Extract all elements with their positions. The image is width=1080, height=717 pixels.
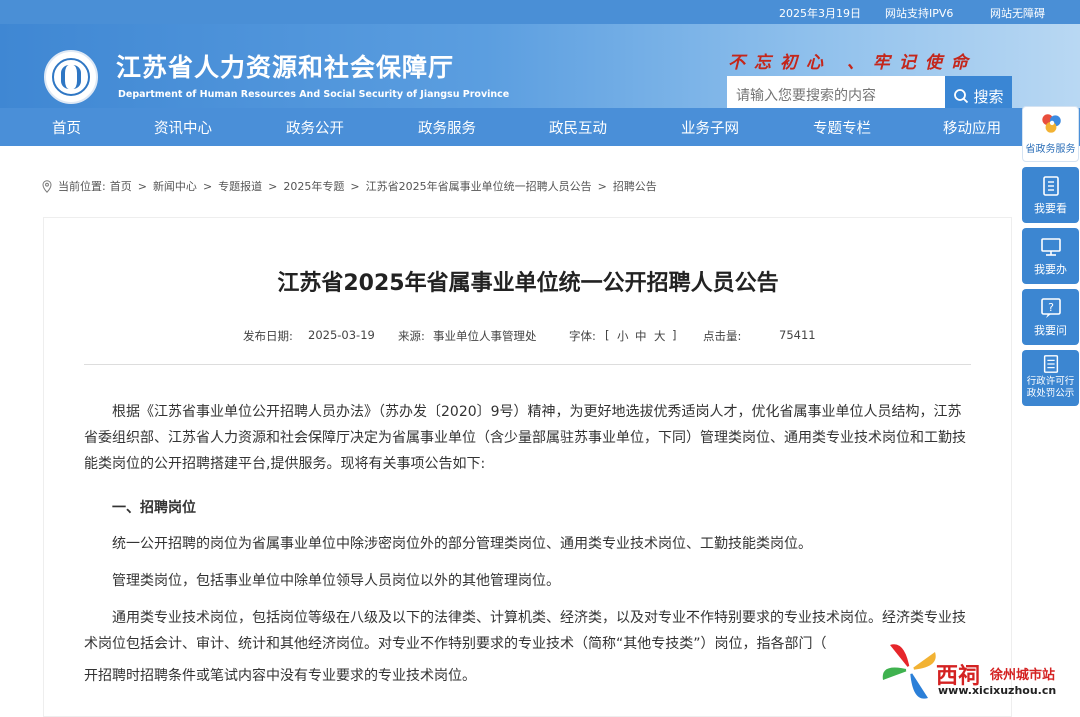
breadcrumb-separator: >	[350, 179, 360, 193]
side-do[interactable]: 我要办	[1022, 228, 1079, 284]
top-bar: 2025年3月19日 网站支持IPV6 网站无障碍	[0, 0, 1080, 24]
location-icon	[42, 179, 52, 193]
document-icon	[1043, 355, 1058, 373]
paragraph-technical: 通用类专业技术岗位，包括岗位等级在八级及以下的法律类、计算机类、经济类，以及对专…	[84, 610, 966, 652]
question-icon: ?	[1040, 298, 1061, 318]
ipv6-link[interactable]: 网站支持IPV6	[885, 5, 953, 21]
paragraph-intro: 根据《江苏省事业单位公开招聘人员办法》（苏办发〔2020〕9号）精神，为更好地选…	[84, 404, 966, 472]
breadcrumb: 当前位置: 首页 > 新闻中心 > 专题报道 > 2025年专题 > 江苏省20…	[42, 178, 657, 194]
svg-text:?: ?	[1048, 301, 1054, 314]
watermark-url: www.xicixuzhou.cn	[938, 684, 1057, 697]
font-small-button[interactable]: 小	[617, 328, 629, 344]
side-label: 行政许可行政处罚公示	[1026, 376, 1075, 399]
paragraph-technical-end: 开招聘时招聘条件或笔试内容中没有专业要求的专业技术岗位。	[84, 668, 476, 684]
side-ask[interactable]: ? 我要问	[1022, 289, 1079, 345]
site-title[interactable]: 江苏省人力资源和社会保障厅	[116, 48, 454, 84]
nav-subnets[interactable]: 业务子网	[681, 117, 739, 138]
site-logo[interactable]	[44, 50, 98, 104]
watermark: 西祠 徐州城市站 www.xicixuzhou.cn	[880, 640, 1080, 703]
breadcrumb-current[interactable]: 招聘公告	[613, 178, 657, 194]
hits-label: 点击量:	[703, 329, 742, 343]
slogan: 不忘初心 、牢记使命	[728, 53, 977, 73]
breadcrumb-separator: >	[137, 179, 147, 193]
paragraph-positions: 统一公开招聘的岗位为省属事业单位中除涉密岗位外的部分管理类岗位、通用类专业技术岗…	[112, 536, 812, 552]
nav-gov-open[interactable]: 政务公开	[286, 117, 344, 138]
monitor-icon	[1040, 238, 1061, 256]
font-bracket-open: [	[605, 328, 610, 342]
site-subtitle: Department of Human Resources And Social…	[118, 89, 510, 100]
breadcrumb-reports[interactable]: 专题报道	[218, 178, 262, 194]
site-header: 2025年3月19日 网站支持IPV6 网站无障碍 江苏省人力资源和社会保障厅 …	[0, 0, 1080, 116]
side-public-notice[interactable]: 行政许可行政处罚公示	[1022, 350, 1079, 406]
font-bracket-close: ]	[672, 328, 677, 342]
breadcrumb-topic[interactable]: 江苏省2025年省属事业单位统一招聘人员公告	[366, 178, 592, 194]
book-icon	[1042, 176, 1059, 196]
main-nav: 首页 资讯中心 政务公开 政务服务 政民互动 业务子网 专题专栏 移动应用	[0, 108, 1080, 146]
paragraph-management: 管理类岗位，包括事业单位中除单位领导人员岗位以外的其他管理岗位。	[112, 573, 560, 589]
nav-topics[interactable]: 专题专栏	[813, 117, 871, 138]
search-button-label: 搜索	[973, 87, 1004, 106]
pinwheel-logo-icon	[882, 644, 936, 699]
breadcrumb-separator: >	[268, 179, 278, 193]
article-title: 江苏省2025年省属事业单位统一公开招聘人员公告	[277, 271, 779, 296]
watermark-city: 徐州城市站	[990, 668, 1056, 683]
nav-gov-service[interactable]: 政务服务	[418, 117, 476, 138]
publish-date: 2025-03-19	[308, 328, 375, 342]
hits-count: 75411	[779, 328, 816, 342]
side-label: 省政务服务	[1025, 144, 1076, 155]
section-heading-positions: 一、招聘岗位	[112, 500, 196, 516]
date-text: 2025年3月19日	[779, 7, 861, 20]
side-label: 我要看	[1034, 202, 1067, 215]
search-icon	[954, 89, 969, 104]
font-large-button[interactable]: 大	[654, 328, 666, 344]
breadcrumb-separator: >	[202, 179, 213, 193]
accessibility-link[interactable]: 网站无障碍	[990, 5, 1045, 21]
date-label: 发布日期:	[243, 329, 293, 343]
gov-service-icon	[1041, 114, 1061, 133]
side-label: 我要问	[1034, 324, 1067, 337]
nav-news[interactable]: 资讯中心	[154, 117, 212, 138]
meta-divider	[84, 364, 971, 365]
side-gov-service[interactable]: 省政务服务	[1022, 106, 1079, 162]
breadcrumb-home[interactable]: 首页	[110, 178, 132, 194]
source-label: 来源:	[398, 329, 425, 343]
source-value: 事业单位人事管理处	[433, 329, 537, 343]
font-label: 字体:	[569, 329, 596, 343]
nav-mobile[interactable]: 移动应用	[943, 117, 1001, 138]
side-label: 我要办	[1034, 263, 1067, 276]
font-medium-button[interactable]: 中	[635, 328, 647, 344]
breadcrumb-separator: >	[597, 179, 607, 193]
breadcrumb-prefix: 当前位置:	[58, 180, 106, 193]
breadcrumb-news[interactable]: 新闻中心	[153, 178, 197, 194]
nav-interaction[interactable]: 政民互动	[549, 117, 607, 138]
side-view[interactable]: 我要看	[1022, 167, 1079, 223]
nav-home[interactable]: 首页	[52, 117, 81, 138]
breadcrumb-2025[interactable]: 2025年专题	[283, 178, 344, 194]
